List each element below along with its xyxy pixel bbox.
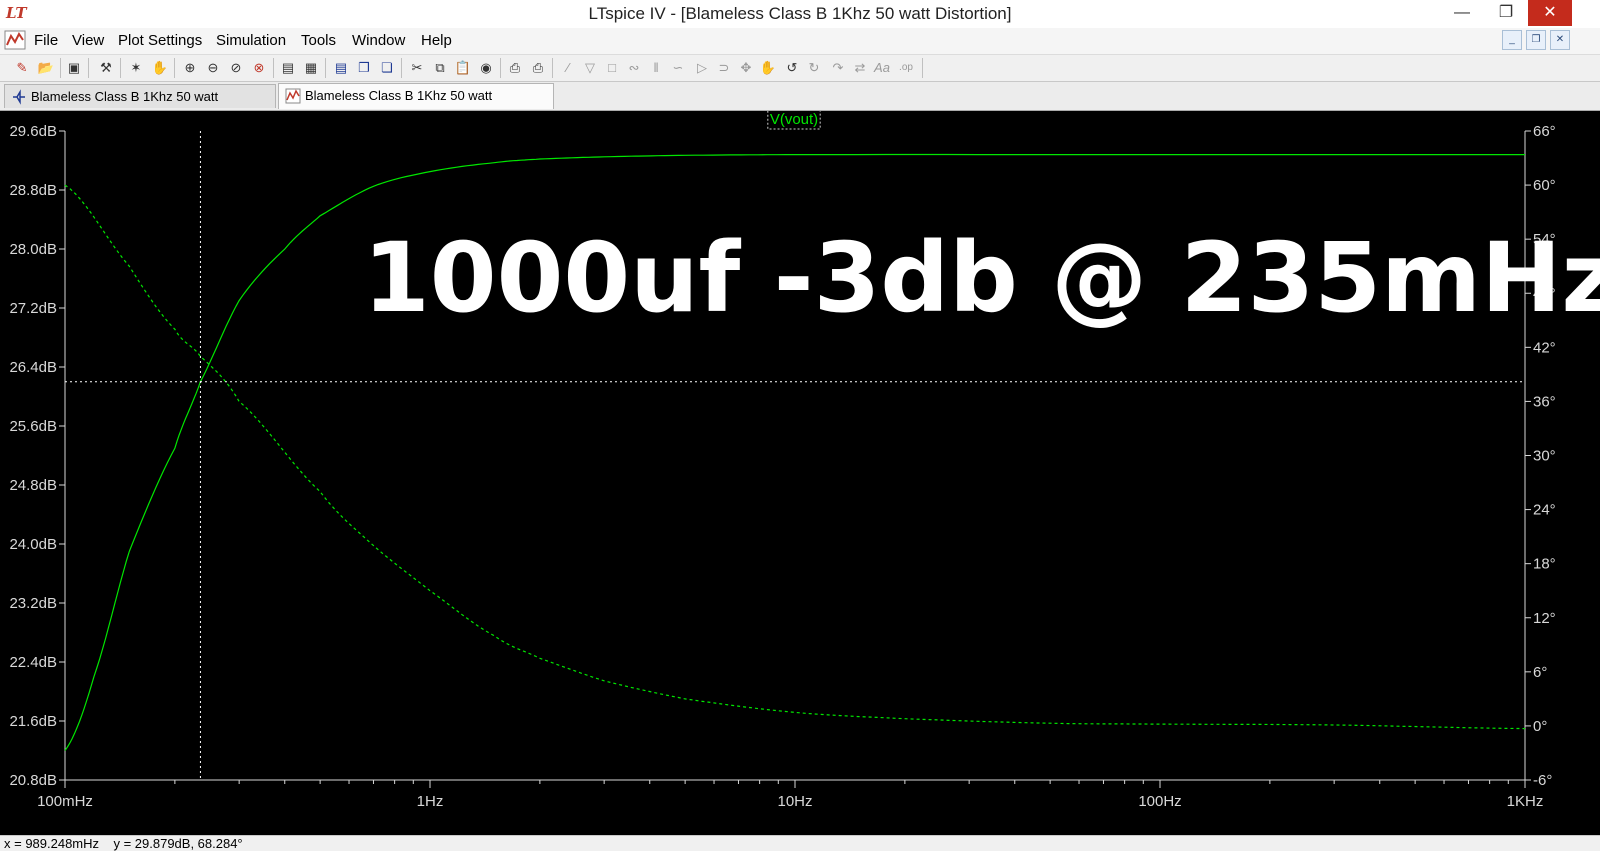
mdi-close-button[interactable]: ✕ <box>1550 30 1570 50</box>
window-title: LTspice IV - [Blameless Class B 1Khz 50 … <box>588 4 1012 23</box>
label-icon[interactable]: □ <box>602 58 622 78</box>
left-tick-label: 20.8dB <box>9 772 57 789</box>
x-tick-label: 100mHz <box>37 793 93 810</box>
menu-help[interactable]: Help <box>421 32 452 49</box>
close-all-icon[interactable]: ❏ <box>377 58 397 78</box>
right-tick-label: 60° <box>1533 177 1556 194</box>
undo-icon[interactable]: ↺ <box>782 58 802 78</box>
x-tick-label: 1KHz <box>1507 793 1544 810</box>
left-tick-label: 28.8dB <box>9 182 57 199</box>
right-tick-label: 18° <box>1533 556 1556 573</box>
cursor-readout: x = 989.248mHz y = 29.879dB, 68.284° <box>4 836 243 851</box>
drag-icon[interactable]: ✋ <box>758 58 778 78</box>
document-tabs: Blameless Class B 1Khz 50 watt Distortio… <box>0 82 1600 128</box>
right-tick-label: 42° <box>1533 339 1556 356</box>
zoom-back-icon[interactable]: ⊘ <box>226 58 246 78</box>
ground-icon[interactable]: ▽ <box>580 58 600 78</box>
waveform-icon <box>285 88 301 104</box>
print-setup-icon[interactable]: ⎙ <box>505 58 525 78</box>
schematic-icon <box>13 89 25 105</box>
right-tick-label: 66° <box>1533 123 1556 140</box>
left-tick-label: 21.6dB <box>9 713 57 730</box>
paste-icon[interactable]: 📋 <box>453 58 473 78</box>
mdi-minimize-button[interactable]: _ <box>1502 30 1522 50</box>
x-tick-label: 1Hz <box>417 793 444 810</box>
menu-tools[interactable]: Tools <box>301 32 336 49</box>
left-tick-label: 22.4dB <box>9 654 57 671</box>
capacitor-icon[interactable]: ‖ <box>646 58 666 78</box>
maximize-button[interactable]: ❐ <box>1484 0 1528 26</box>
text-icon[interactable]: Aa <box>872 58 892 78</box>
minimize-button[interactable]: — <box>1440 0 1484 26</box>
menu-window[interactable]: Window <box>352 32 405 49</box>
component-icon[interactable]: ⊃ <box>714 58 734 78</box>
left-tick-label: 26.4dB <box>9 359 57 376</box>
run-icon[interactable]: ✶ <box>126 58 146 78</box>
toolbar: ✎ 📂 ▣ ⚒ ✶ ✋ ⊕ ⊖ ⊘ ⊗ ▤ ▦ ▤ ❐ ❏ ✂ ⧉ 📋 ◉ ⎙ … <box>0 55 1600 82</box>
left-tick-label: 25.6dB <box>9 418 57 435</box>
inductor-icon[interactable]: ∽ <box>668 58 688 78</box>
left-tick-label: 23.2dB <box>9 595 57 612</box>
autorange-icon[interactable]: ▤ <box>278 58 298 78</box>
left-tick-label: 27.2dB <box>9 300 57 317</box>
mirror-icon[interactable]: ⇄ <box>850 58 870 78</box>
redo-icon[interactable]: ↻ <box>804 58 824 78</box>
halt-icon[interactable]: ✋ <box>150 58 170 78</box>
zoom-out-icon[interactable]: ⊖ <box>203 58 223 78</box>
menu-view[interactable]: View <box>72 32 104 49</box>
title-bar: LT LTspice IV - [Blameless Class B 1Khz … <box>0 0 1600 28</box>
find-icon[interactable]: ◉ <box>476 58 496 78</box>
diode-icon[interactable]: ▷ <box>692 58 712 78</box>
mdi-restore-button[interactable]: ❐ <box>1526 30 1546 50</box>
menu-file[interactable]: File <box>34 32 58 49</box>
rotate-icon[interactable]: ↷ <box>828 58 848 78</box>
wire-icon[interactable]: ∕ <box>558 58 578 78</box>
resistor-icon[interactable]: ∾ <box>624 58 644 78</box>
tab-schematic[interactable]: Blameless Class B 1Khz 50 watt Distortio… <box>4 84 276 128</box>
menu-plot-settings[interactable]: Plot Settings <box>118 32 202 49</box>
tile-horizontal-icon[interactable]: ▦ <box>301 58 321 78</box>
x-tick-label: 100Hz <box>1138 793 1181 810</box>
cut-icon[interactable]: ✂ <box>407 58 427 78</box>
print-icon[interactable]: ⎙ <box>528 58 548 78</box>
waveform-plot[interactable]: 29.6dB 28.8dB 28.0dB 27.2dB 26.4dB 25.6dB 24.8… <box>0 111 1600 835</box>
save-icon[interactable]: ▣ <box>64 58 84 78</box>
right-tick-label: 6° <box>1533 664 1547 681</box>
cascade-icon[interactable]: ❐ <box>354 58 374 78</box>
right-tick-label: 12° <box>1533 610 1556 627</box>
menu-simulation[interactable]: Simulation <box>216 32 286 49</box>
left-tick-label: 24.8dB <box>9 477 57 494</box>
annotation-text: 1000uf -3db @ 235mHz <box>363 222 1600 334</box>
move-icon[interactable]: ✥ <box>736 58 756 78</box>
tile-vertical-icon[interactable]: ▤ <box>331 58 351 78</box>
open-icon[interactable]: 📂 <box>36 58 56 78</box>
close-button[interactable]: ✕ <box>1528 0 1572 26</box>
right-tick-label: 36° <box>1533 393 1556 410</box>
right-tick-label: 24° <box>1533 502 1556 519</box>
menu-bar: File View Plot Settings Simulation Tools… <box>0 28 1600 55</box>
right-tick-label: -6° <box>1533 772 1552 789</box>
control-panel-icon[interactable]: ⚒ <box>96 58 116 78</box>
right-tick-label: 0° <box>1533 718 1547 735</box>
left-tick-label: 24.0dB <box>9 536 57 553</box>
waveform-doc-icon[interactable] <box>4 30 26 50</box>
tab-waveform[interactable]: Blameless Class B 1Khz 50 watt Distortio… <box>278 83 554 127</box>
spice-directive-icon[interactable]: .op <box>896 58 916 78</box>
x-tick-label: 10Hz <box>777 793 812 810</box>
left-tick-label: 29.6dB <box>9 123 57 140</box>
new-schematic-icon[interactable]: ✎ <box>12 58 32 78</box>
zoom-fit-icon[interactable]: ⊗ <box>249 58 269 78</box>
zoom-in-icon[interactable]: ⊕ <box>180 58 200 78</box>
plot-canvas[interactable]: 29.6dB 28.8dB 28.0dB 27.2dB 26.4dB 25.6dB 24.8… <box>0 111 1600 835</box>
left-tick-label: 28.0dB <box>9 241 57 258</box>
status-bar: x = 989.248mHz y = 29.879dB, 68.284° <box>0 835 1600 851</box>
trace-label-vout[interactable]: V(vout) <box>770 111 818 128</box>
copy-icon[interactable]: ⧉ <box>430 58 450 78</box>
right-tick-label: 30° <box>1533 448 1556 465</box>
